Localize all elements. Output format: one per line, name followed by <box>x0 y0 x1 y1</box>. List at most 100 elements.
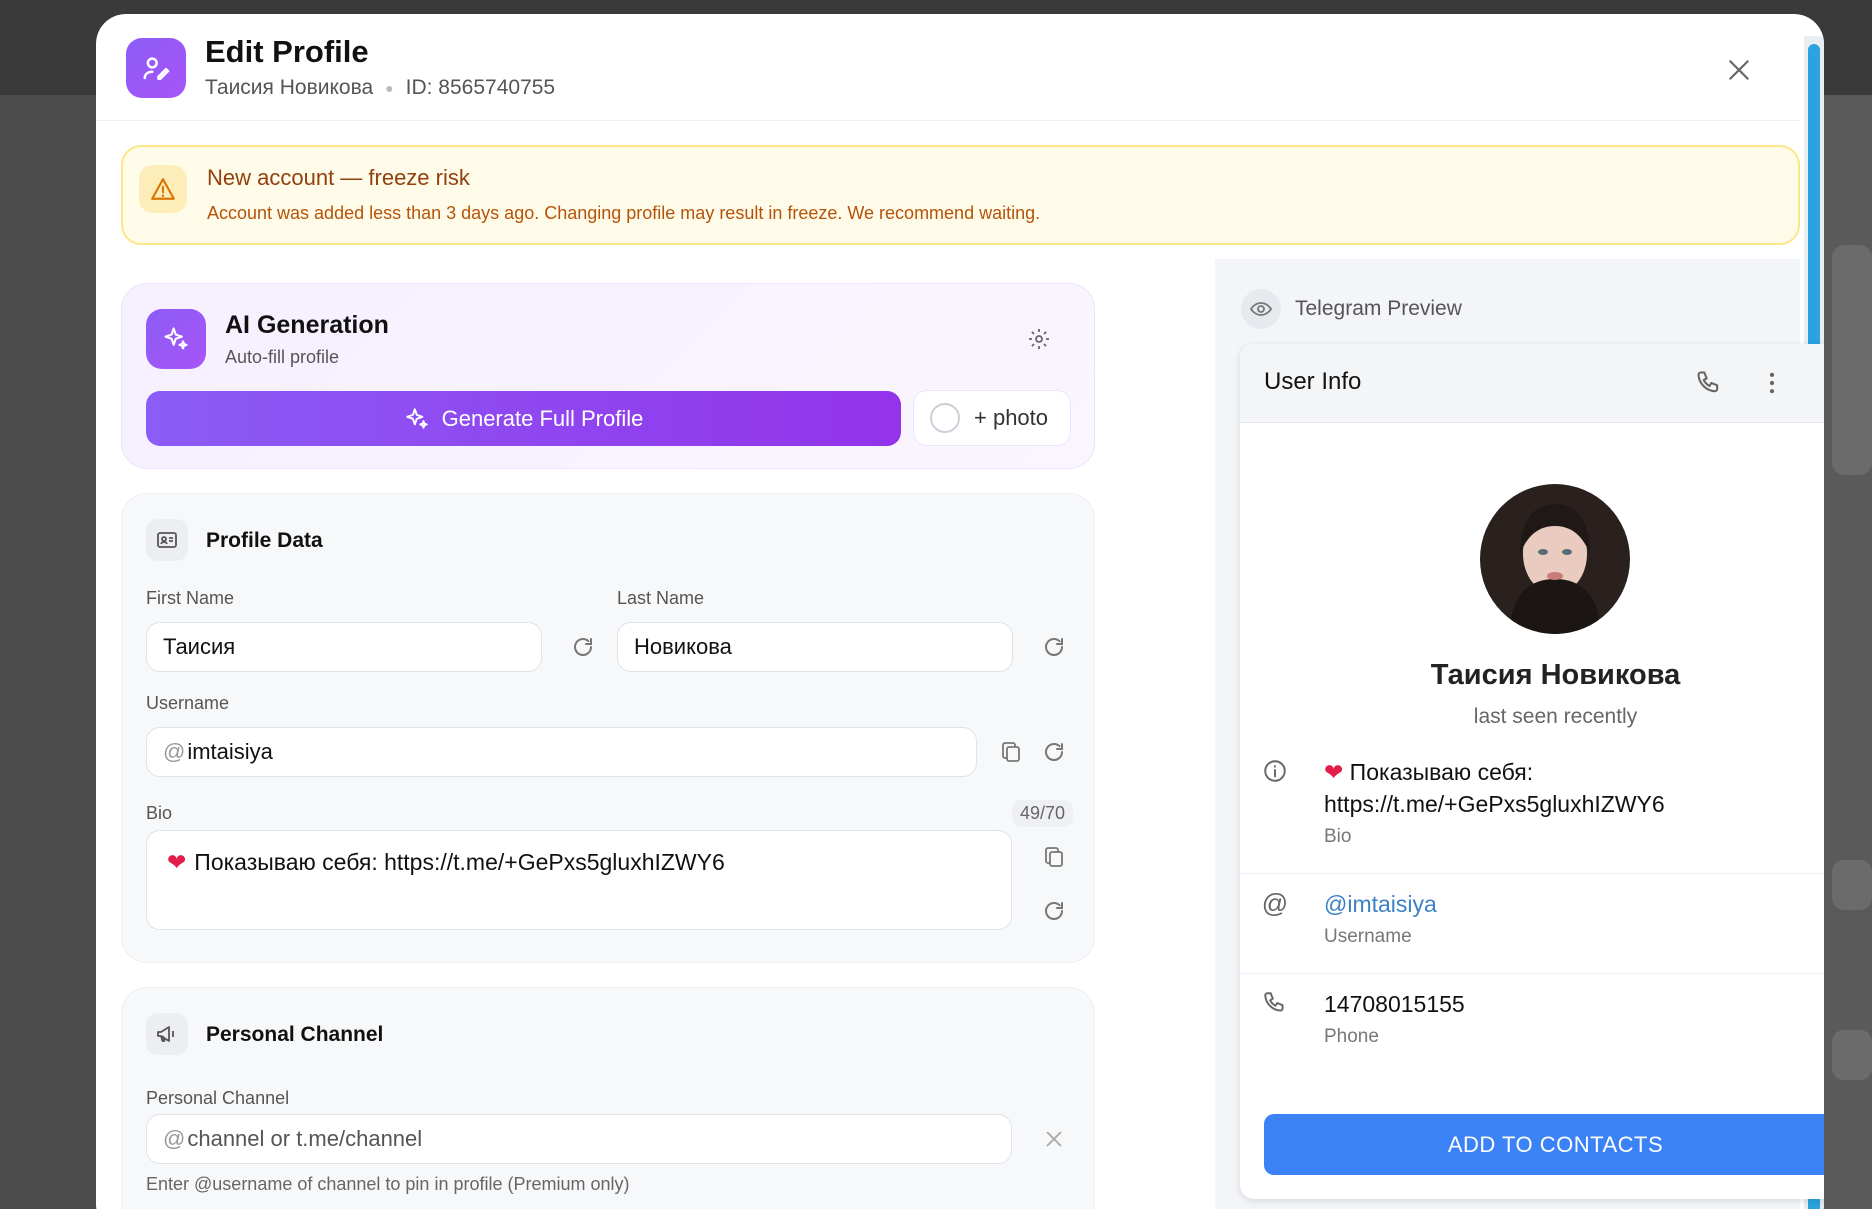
close-user-info-button[interactable] <box>1817 366 1824 400</box>
bio-value: Показываю себя: https://t.me/+GePxs5glux… <box>194 849 725 875</box>
include-photo-toggle[interactable]: + photo <box>913 390 1071 446</box>
avatar[interactable] <box>1480 484 1630 634</box>
phone-row: 14708015155 Phone <box>1240 974 1824 1074</box>
close-icon <box>1046 1131 1062 1147</box>
freeze-warning-banner: New account — freeze risk Account was ad… <box>121 145 1800 245</box>
close-modal-button[interactable] <box>1721 52 1757 88</box>
ai-settings-button[interactable] <box>1024 324 1054 354</box>
preview-bio: ❤ Показываю себя: https://t.me/+GePxs5gl… <box>1324 756 1665 820</box>
section-title: Personal Channel <box>206 1023 384 1046</box>
warning-icon <box>139 165 187 213</box>
first-name-input[interactable]: Таисия <box>146 622 542 672</box>
user-edit-icon <box>126 38 186 98</box>
separator-dot: ● <box>385 80 394 96</box>
user-info-title: User Info <box>1264 368 1362 395</box>
channel-placeholder: channel or t.me/channel <box>187 1126 423 1151</box>
username-row: @ @imtaisiya Username <box>1240 874 1824 974</box>
photo-label: + photo <box>974 405 1049 430</box>
preview-display-name: Таисия Новикова <box>1430 659 1681 691</box>
heart-icon: ❤ <box>1324 759 1344 785</box>
personal-channel-label: Personal Channel <box>146 1088 290 1108</box>
bio-textarea[interactable]: ❤ Показываю себя: https://t.me/+GePxs5gl… <box>146 830 1012 930</box>
preview-phone: 14708015155 <box>1324 991 1465 1017</box>
regenerate-username-button[interactable] <box>1037 735 1071 769</box>
modal-header: Edit Profile Таисия Новикова ● ID: 85657… <box>96 14 1800 121</box>
user-info-topbar: User Info <box>1240 344 1824 423</box>
bio-caption: Bio <box>1324 826 1352 847</box>
sparkles-icon <box>405 407 428 429</box>
last-name-input[interactable]: Новикова <box>617 622 1013 672</box>
heart-icon: ❤ <box>167 849 187 875</box>
gear-icon <box>1029 329 1049 349</box>
first-name-label: First Name <box>146 588 235 608</box>
personal-channel-card: Personal Channel Personal Channel @ chann… <box>121 987 1095 1209</box>
page-title: Edit Profile <box>205 34 369 69</box>
warning-title: New account — freeze risk <box>207 165 470 190</box>
refresh-icon <box>1045 638 1063 656</box>
telegram-preview-panel: Telegram Preview User Info Таисия Новико… <box>1215 259 1824 1209</box>
more-options-button[interactable] <box>1755 366 1789 400</box>
bio-char-counter: 49/70 <box>1012 800 1074 827</box>
ai-subtitle: Auto-fill profile <box>225 347 340 367</box>
qr-code-icon <box>1822 890 1824 916</box>
close-icon <box>1821 370 1824 396</box>
refresh-icon <box>1045 743 1063 761</box>
account-id: ID: 8565740755 <box>405 76 556 99</box>
eye-icon <box>1241 289 1281 329</box>
generate-label: Generate Full Profile <box>441 405 644 431</box>
edit-profile-modal: Edit Profile Таисия Новикова ● ID: 85657… <box>96 14 1824 1209</box>
username-caption: Username <box>1324 926 1412 947</box>
qr-code-button[interactable] <box>1820 888 1824 918</box>
id-card-icon <box>146 519 188 561</box>
ai-title: AI Generation <box>225 311 389 339</box>
copy-bio-button[interactable] <box>1037 840 1071 874</box>
bio-label: Bio <box>146 803 173 823</box>
form-column: AI Generation Auto-fill profile Generate… <box>121 259 1215 1209</box>
at-icon: @ <box>1261 887 1289 918</box>
preview-title: Telegram Preview <box>1295 297 1462 320</box>
regenerate-bio-button[interactable] <box>1037 894 1071 928</box>
personal-channel-input[interactable]: @ channel or t.me/channel <box>146 1114 1012 1164</box>
phone-caption: Phone <box>1324 1026 1379 1047</box>
background-panel <box>1832 860 1872 910</box>
phone-icon <box>1697 371 1719 393</box>
clear-channel-button[interactable] <box>1037 1122 1071 1156</box>
at-icon: @ <box>163 1126 186 1151</box>
preview-bio-line2: https://t.me/+GePxs5gluxhIZWY6 <box>1324 791 1665 817</box>
preview-bio-line1: Показываю себя: <box>1349 759 1534 785</box>
account-subtitle: Таисия Новикова ● ID: 8565740755 <box>205 76 555 100</box>
preview-last-seen: last seen recently <box>1473 705 1638 728</box>
copy-icon <box>1045 847 1063 867</box>
regenerate-last-name-button[interactable] <box>1037 630 1071 664</box>
warning-text: Account was added less than 3 days ago. … <box>207 203 1041 223</box>
username-input[interactable]: @ imtaisiya <box>146 727 977 777</box>
username-label: Username <box>146 693 230 713</box>
sparkles-icon <box>146 309 206 369</box>
channel-hint: Enter @username of channel to pin in pro… <box>146 1174 630 1194</box>
close-icon <box>1729 60 1749 80</box>
generate-full-profile-button[interactable]: Generate Full Profile <box>146 391 901 446</box>
photo-checkbox[interactable] <box>930 403 960 433</box>
bio-row: ❤ Показываю себя: https://t.me/+GePxs5gl… <box>1240 744 1824 874</box>
refresh-icon <box>1045 902 1063 920</box>
last-name-label: Last Name <box>617 588 705 608</box>
background-panel <box>1832 1030 1872 1080</box>
copy-username-button[interactable] <box>994 735 1028 769</box>
refresh-icon <box>574 638 592 656</box>
preview-header: Telegram Preview <box>1241 289 1462 329</box>
section-title: Profile Data <box>206 529 323 552</box>
info-icon <box>1260 756 1290 786</box>
copy-icon <box>1002 742 1020 762</box>
regenerate-first-name-button[interactable] <box>566 630 600 664</box>
profile-data-card: Profile Data First Name Таисия Last Name… <box>121 493 1095 963</box>
background-panel <box>1832 245 1872 475</box>
add-to-contacts-button[interactable]: ADD TO CONTACTS <box>1264 1114 1824 1175</box>
ai-generation-card: AI Generation Auto-fill profile Generate… <box>121 283 1095 469</box>
call-button[interactable] <box>1692 366 1726 400</box>
account-name: Таисия Новикова <box>205 76 374 99</box>
preview-username-link[interactable]: @imtaisiya <box>1324 888 1437 920</box>
at-icon: @ <box>163 739 186 764</box>
phone-icon <box>1260 988 1290 1018</box>
megaphone-icon <box>146 1013 188 1055</box>
telegram-user-info-card: User Info Таисия Новикова last seen rece… <box>1240 344 1824 1199</box>
